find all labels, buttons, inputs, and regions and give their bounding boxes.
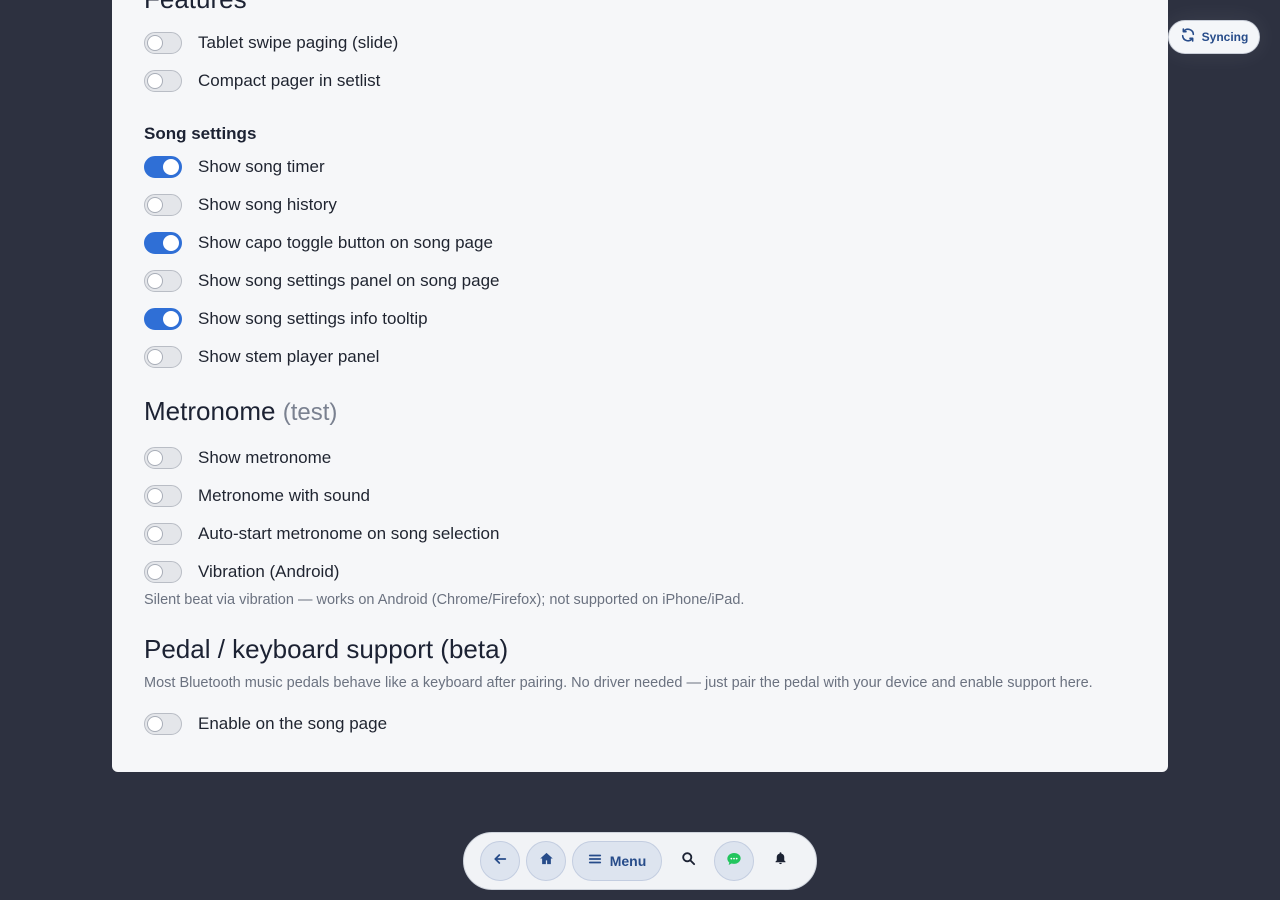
toggle-label: Vibration (Android) (198, 562, 340, 581)
home-icon (539, 851, 554, 871)
toggle-row-stem-player[interactable]: Show stem player panel (144, 345, 379, 369)
metronome-suffix: (test) (282, 399, 338, 426)
home-button[interactable] (526, 841, 566, 881)
toggle-label: Show stem player panel (198, 347, 380, 366)
chat-icon (726, 851, 742, 872)
notifications-button[interactable] (760, 841, 800, 881)
toggle-switch[interactable] (144, 270, 182, 292)
toggle-row-pedal-enable[interactable]: Enable on the song page (144, 712, 387, 736)
features-heading: Features (144, 0, 247, 15)
toggle-switch[interactable] (144, 713, 182, 735)
arrow-left-icon (492, 851, 508, 872)
vibration-note: Silent beat via vibration — works on And… (144, 592, 745, 608)
search-icon (681, 851, 696, 871)
toggle-switch[interactable] (144, 561, 182, 583)
toggle-label: Enable on the song page (198, 714, 388, 733)
metronome-heading: Metronome (test) (144, 396, 337, 427)
pedal-heading: Pedal / keyboard support (beta) (144, 634, 509, 664)
pedal-note: Most Bluetooth music pedals behave like … (144, 675, 1093, 691)
toggle-label: Compact pager in setlist (198, 71, 381, 90)
toggle-switch[interactable] (144, 447, 182, 469)
menu-button[interactable]: Menu (572, 841, 662, 881)
toggle-row-settings-panel[interactable]: Show song settings panel on song page (144, 269, 500, 293)
toggle-switch[interactable] (144, 194, 182, 216)
toggle-row-vibration[interactable]: Vibration (Android) (144, 560, 339, 584)
toggle-row-tablet-swipe[interactable]: Tablet swipe paging (slide) (144, 31, 398, 55)
toggle-label: Auto-start metronome on song selection (198, 524, 500, 543)
toggle-switch[interactable] (144, 32, 182, 54)
metronome-title: Metronome (144, 396, 276, 426)
toggle-label: Show capo toggle button on song page (198, 233, 493, 252)
toggle-label: Metronome with sound (198, 486, 370, 505)
toggle-label: Tablet swipe paging (slide) (198, 33, 399, 52)
toggle-switch[interactable] (144, 346, 182, 368)
toggle-label: Show metronome (198, 448, 332, 467)
bottom-nav-bar: Menu (463, 832, 817, 890)
bell-icon (773, 851, 788, 871)
toggle-row-song-history[interactable]: Show song history (144, 193, 337, 217)
toggle-row-show-metronome[interactable]: Show metronome (144, 446, 331, 470)
sync-status-button[interactable]: Syncing (1168, 20, 1260, 54)
toggle-switch[interactable] (144, 308, 182, 330)
toggle-row-info-tooltip[interactable]: Show song settings info tooltip (144, 307, 428, 331)
toggle-row-auto-start[interactable]: Auto-start metronome on song selection (144, 522, 499, 546)
toggle-row-capo-button[interactable]: Show capo toggle button on song page (144, 231, 493, 255)
toggle-switch[interactable] (144, 485, 182, 507)
hamburger-icon (588, 852, 602, 871)
toggle-row-metronome-sound[interactable]: Metronome with sound (144, 484, 370, 508)
search-button[interactable] (668, 841, 708, 881)
toggle-switch[interactable] (144, 156, 182, 178)
back-button[interactable] (480, 841, 520, 881)
toggle-switch[interactable] (144, 70, 182, 92)
toggle-switch[interactable] (144, 523, 182, 545)
toggle-label: Show song settings info tooltip (198, 309, 428, 328)
toggle-switch[interactable] (144, 232, 182, 254)
toggle-label: Show song history (198, 195, 337, 214)
sync-label: Syncing (1201, 30, 1249, 44)
song-settings-heading: Song settings (144, 124, 257, 143)
chat-button[interactable] (714, 841, 754, 881)
sync-icon (1180, 27, 1196, 48)
toggle-label: Show song timer (198, 157, 325, 176)
toggle-row-compact-pager[interactable]: Compact pager in setlist (144, 69, 380, 93)
menu-label: Menu (609, 853, 647, 869)
toggle-row-song-timer[interactable]: Show song timer (144, 155, 325, 179)
toggle-label: Show song settings panel on song page (198, 271, 500, 290)
